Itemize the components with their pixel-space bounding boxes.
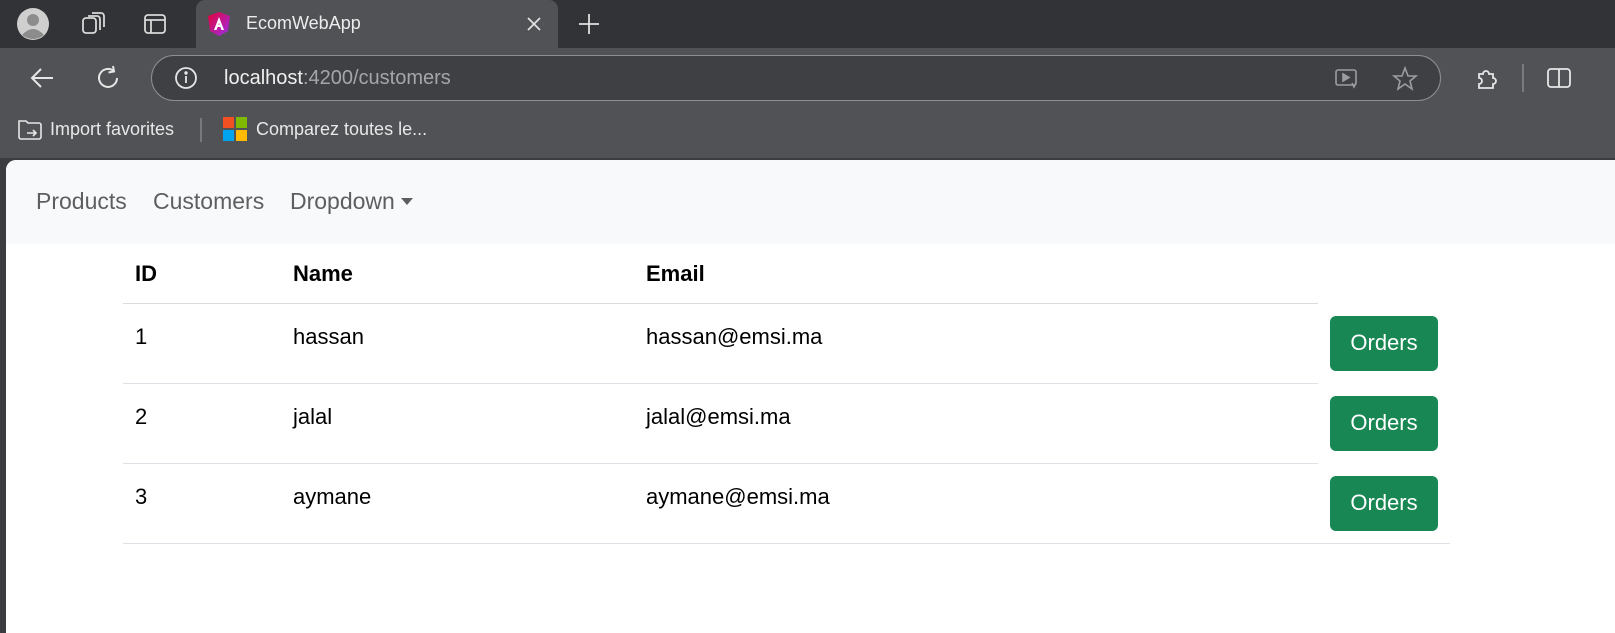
read-aloud-icon[interactable] xyxy=(1334,67,1360,91)
favorites-separator xyxy=(200,118,202,142)
close-tab-icon[interactable] xyxy=(524,14,544,34)
table-header-row: ID Name Email xyxy=(123,244,1450,304)
nav-dropdown[interactable]: Dropdown xyxy=(290,188,413,215)
table-row: 3 aymane aymane@emsi.ma Orders xyxy=(123,463,1450,544)
split-screen-icon[interactable] xyxy=(1542,61,1576,95)
page-viewport: Products Customers Dropdown ID Name Emai… xyxy=(6,160,1615,633)
orders-button[interactable]: Orders xyxy=(1330,475,1438,531)
refresh-icon[interactable] xyxy=(91,61,125,95)
angular-logo-icon xyxy=(208,12,230,36)
header-name: Name xyxy=(281,244,634,304)
site-info-icon[interactable] xyxy=(174,66,198,90)
folder-import-icon xyxy=(18,120,42,140)
cell-name: jalal xyxy=(281,383,634,464)
cell-name: aymane xyxy=(281,463,634,544)
cell-email: hassan@emsi.ma xyxy=(634,303,1318,384)
cell-email: jalal@emsi.ma xyxy=(634,383,1318,464)
tab-strip: EcomWebApp xyxy=(0,0,1615,48)
cell-id: 3 xyxy=(123,463,281,544)
nav-link-products[interactable]: Products xyxy=(36,188,127,215)
table-row: 1 hassan hassan@emsi.ma Orders xyxy=(123,303,1450,384)
browser-toolbar: localhost:4200/customers Import favorite… xyxy=(0,48,1615,158)
extensions-icon[interactable] xyxy=(1470,61,1504,95)
url-host: localhost xyxy=(224,67,303,89)
table-row: 2 jalal jalal@emsi.ma Orders xyxy=(123,383,1450,464)
orders-button[interactable]: Orders xyxy=(1330,395,1438,451)
cell-action: Orders xyxy=(1318,304,1450,384)
workspaces-icon[interactable] xyxy=(76,7,110,41)
cell-id: 2 xyxy=(123,383,281,464)
favorite-star-icon[interactable] xyxy=(1392,66,1418,92)
app-navbar: Products Customers Dropdown xyxy=(6,160,1615,244)
header-email: Email xyxy=(634,244,1318,304)
tab-title: EcomWebApp xyxy=(246,13,361,33)
more-icon[interactable] xyxy=(1600,61,1615,95)
nav-link-customers[interactable]: Customers xyxy=(153,188,264,215)
favorite-compare[interactable]: Comparez toutes le... xyxy=(223,114,427,144)
caret-down-icon xyxy=(400,198,413,205)
favorite-import[interactable]: Import favorites xyxy=(17,114,174,144)
new-tab-icon[interactable] xyxy=(575,10,603,38)
header-action xyxy=(1318,244,1450,304)
url-path: :4200/customers xyxy=(302,67,451,89)
profile-avatar-icon[interactable] xyxy=(16,7,50,41)
microsoft-logo-icon xyxy=(223,117,247,141)
vertical-tabs-icon[interactable] xyxy=(138,7,172,41)
cell-id: 1 xyxy=(123,303,281,384)
active-tab[interactable]: EcomWebApp xyxy=(196,0,558,48)
cell-name: hassan xyxy=(281,303,634,384)
address-bar[interactable]: localhost:4200/customers xyxy=(151,55,1441,101)
favorite-import-label: Import favorites xyxy=(50,118,175,139)
orders-button[interactable]: Orders xyxy=(1330,315,1438,371)
cell-email: aymane@emsi.ma xyxy=(634,463,1318,544)
back-icon[interactable] xyxy=(25,61,59,95)
nav-dropdown-label: Dropdown xyxy=(290,188,395,214)
toolbar-separator xyxy=(1522,64,1524,92)
header-id: ID xyxy=(123,244,281,304)
url-text: localhost:4200/customers xyxy=(224,67,451,90)
cell-action: Orders xyxy=(1318,384,1450,464)
favorite-compare-label: Comparez toutes le... xyxy=(256,118,428,139)
customers-table: ID Name Email 1 hassan hassan@emsi.ma Or… xyxy=(123,244,1450,544)
cell-action: Orders xyxy=(1318,463,1450,544)
